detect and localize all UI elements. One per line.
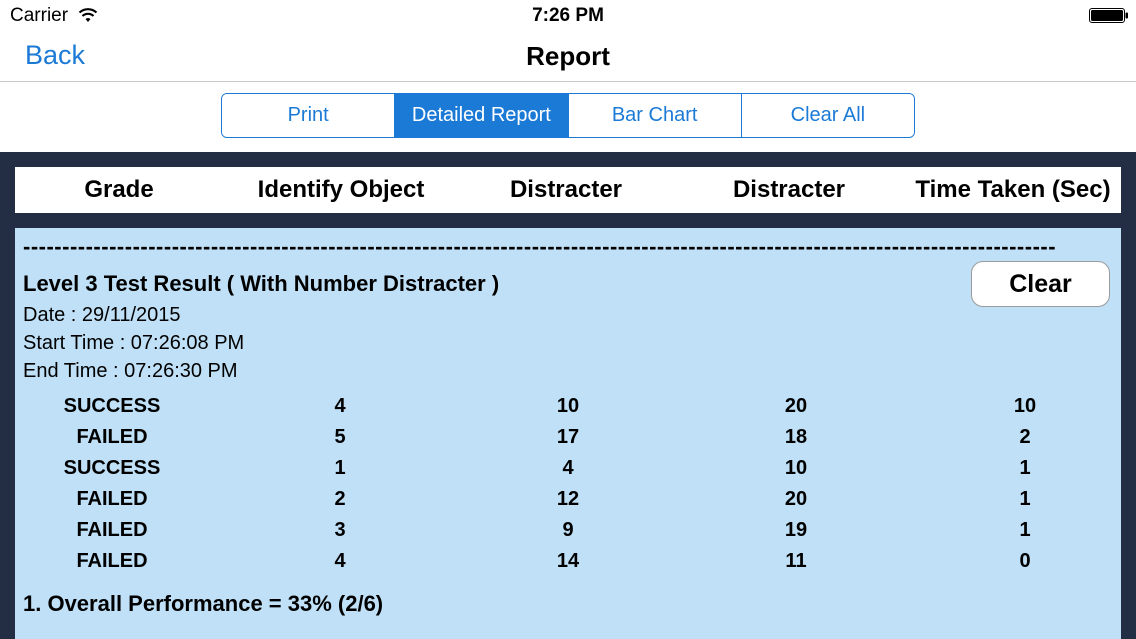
header-time-taken: Time Taken (Sec) bbox=[915, 176, 1111, 203]
row-distracter-2: 20 bbox=[784, 488, 808, 510]
row-identify-object: 2 bbox=[334, 488, 346, 510]
battery-icon bbox=[1089, 8, 1128, 23]
row-identify-object: 5 bbox=[334, 426, 346, 448]
table-row: SUCCESS 4 10 20 10 bbox=[15, 395, 1121, 426]
row-grade: SUCCESS bbox=[63, 457, 161, 479]
report-segmented-control: Print Detailed Report Bar Chart Clear Al… bbox=[221, 93, 915, 138]
row-time-taken: 1 bbox=[1019, 457, 1031, 479]
segment-clear-all[interactable]: Clear All bbox=[741, 94, 914, 137]
row-distracter-2: 11 bbox=[785, 550, 807, 572]
status-bar: Carrier 7:26 PM bbox=[0, 0, 1136, 32]
row-time-taken: 1 bbox=[1019, 488, 1031, 510]
row-time-taken: 2 bbox=[1019, 426, 1031, 448]
row-time-taken: 10 bbox=[1013, 395, 1037, 417]
table-header: Grade Identify Object Distracter Distrac… bbox=[15, 167, 1121, 213]
row-time-taken: 0 bbox=[1019, 550, 1031, 572]
report-body: ----------------------------------------… bbox=[15, 228, 1121, 639]
row-grade: FAILED bbox=[76, 426, 148, 448]
row-grade: FAILED bbox=[76, 519, 148, 541]
row-grade: FAILED bbox=[76, 550, 148, 572]
header-distracter-1: Distracter bbox=[509, 176, 623, 203]
row-identify-object: 1 bbox=[334, 457, 346, 479]
result-start-time: Start Time : 07:26:08 PM bbox=[23, 332, 245, 354]
row-distracter-1: 12 bbox=[556, 488, 580, 510]
segment-print[interactable]: Print bbox=[222, 94, 396, 137]
row-grade: FAILED bbox=[76, 488, 148, 510]
table-row: FAILED 3 9 19 1 bbox=[15, 519, 1121, 550]
row-distracter-1: 17 bbox=[556, 426, 580, 448]
row-distracter-2: 20 bbox=[784, 395, 808, 417]
row-distracter-2: 18 bbox=[784, 426, 808, 448]
row-identify-object: 3 bbox=[334, 519, 346, 541]
result-title: Level 3 Test Result ( With Number Distra… bbox=[23, 271, 500, 296]
row-grade: SUCCESS bbox=[63, 395, 161, 417]
separator-line: ----------------------------------------… bbox=[23, 234, 1057, 259]
row-identify-object: 4 bbox=[334, 395, 346, 417]
status-time: 7:26 PM bbox=[532, 5, 604, 26]
table-row: FAILED 4 14 11 0 bbox=[15, 550, 1121, 581]
row-distracter-1: 9 bbox=[562, 519, 574, 541]
row-distracter-1: 10 bbox=[556, 395, 580, 417]
row-distracter-1: 14 bbox=[556, 550, 580, 572]
table-row: FAILED 5 17 18 2 bbox=[15, 426, 1121, 457]
result-end-time: End Time : 07:26:30 PM bbox=[23, 360, 238, 382]
segment-bar-chart[interactable]: Bar Chart bbox=[568, 94, 742, 137]
header-grade: Grade bbox=[84, 176, 154, 203]
row-distracter-2: 19 bbox=[784, 519, 808, 541]
row-identify-object: 4 bbox=[334, 550, 346, 572]
row-distracter-2: 10 bbox=[784, 457, 808, 479]
row-time-taken: 1 bbox=[1019, 519, 1031, 541]
clear-button[interactable]: Clear bbox=[971, 261, 1110, 307]
header-identify-object: Identify Object bbox=[257, 176, 425, 203]
result-date: Date : 29/11/2015 bbox=[23, 304, 181, 326]
table-row: SUCCESS 1 4 10 1 bbox=[15, 457, 1121, 488]
navigation-bar: Back Report bbox=[0, 32, 1136, 82]
row-distracter-1: 4 bbox=[562, 457, 574, 479]
overall-performance: 1. Overall Performance = 33% (2/6) bbox=[23, 591, 384, 616]
header-distracter-2: Distracter bbox=[732, 176, 846, 203]
page-title: Report bbox=[526, 41, 610, 71]
table-row: FAILED 2 12 20 1 bbox=[15, 488, 1121, 519]
segment-detailed-report[interactable]: Detailed Report bbox=[395, 94, 569, 137]
